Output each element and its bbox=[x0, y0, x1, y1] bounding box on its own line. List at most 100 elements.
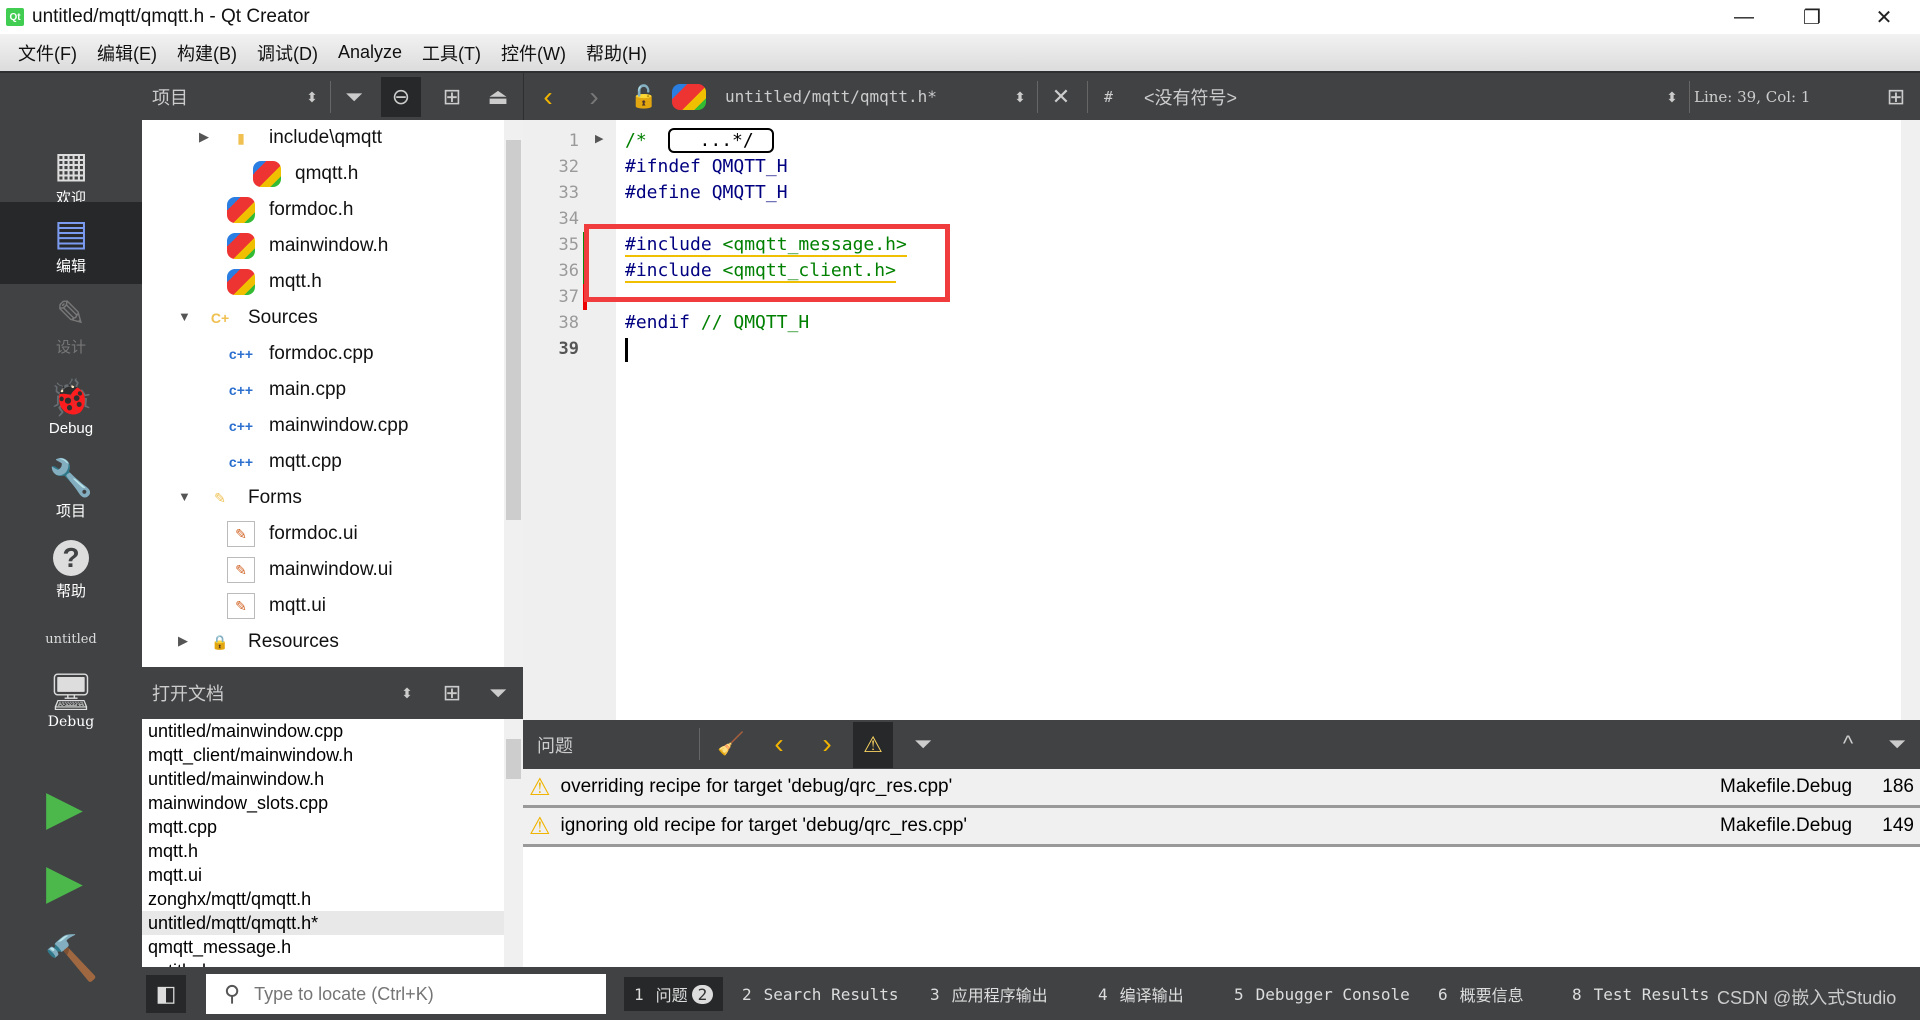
filter-icon[interactable]: ⏷ bbox=[334, 77, 374, 117]
build-hammer-icon[interactable]: 🔨 bbox=[44, 932, 99, 984]
open-document-item[interactable]: mqtt.h bbox=[142, 839, 504, 863]
menu-debug[interactable]: 调试(D) bbox=[247, 40, 328, 66]
chevron-right-icon[interactable]: ▶ bbox=[199, 129, 209, 145]
open-document-item[interactable]: zonghx/mqtt/qmqtt.h bbox=[142, 887, 504, 911]
ui-icon: ✎ bbox=[227, 557, 255, 583]
output-pane-tab-1[interactable]: 1 问题 2 bbox=[624, 977, 724, 1011]
tree-item-include\qmqtt[interactable]: ▮ include\qmqtt bbox=[227, 120, 382, 156]
mode-Debug[interactable]: 🐞 Debug bbox=[0, 365, 142, 447]
open-document-item[interactable]: untitled/mainwindow.cpp bbox=[142, 719, 504, 743]
issue-row[interactable]: ⚠ overriding recipe for target 'debug/qrc… bbox=[523, 769, 1920, 808]
maximize-pane-icon[interactable]: ^ bbox=[1828, 724, 1868, 764]
warning-icon: ⚠ bbox=[529, 812, 551, 840]
open-document-item[interactable]: mainwindow_slots.cpp bbox=[142, 791, 504, 815]
sort-arrows-icon[interactable]: ⬍ bbox=[292, 77, 332, 117]
folded-block-marker: ...*/ bbox=[667, 128, 774, 153]
tree-item-mainwindow.ui[interactable]: ✎ mainwindow.ui bbox=[227, 552, 393, 588]
open-document-item[interactable]: qmqtt_message.h bbox=[142, 935, 504, 959]
restore-button[interactable]: ❐ bbox=[1784, 0, 1840, 34]
link-icon[interactable]: ⊖ bbox=[381, 77, 421, 117]
pane-label: 编译输出 bbox=[1119, 986, 1184, 1005]
minimize-button[interactable]: — bbox=[1716, 0, 1772, 34]
close-sidebar-icon[interactable]: ⏏ bbox=[478, 77, 518, 117]
tree-item-Resources[interactable]: 🔒 Resources bbox=[206, 624, 339, 660]
header-icon bbox=[227, 233, 255, 259]
project-view-selector[interactable]: 项目 bbox=[152, 73, 188, 120]
tree-item-formdoc.h[interactable]: formdoc.h bbox=[227, 192, 353, 228]
mode-项目[interactable]: 🔧 项目 bbox=[0, 447, 142, 529]
debug-run-icon[interactable]: ▶ bbox=[46, 854, 83, 910]
run-icon[interactable]: ▶ bbox=[46, 780, 83, 836]
split-icon[interactable]: ⊞ bbox=[432, 673, 472, 713]
previous-issue-icon[interactable]: ‹ bbox=[759, 724, 799, 764]
chevron-down-icon[interactable]: ▼ bbox=[178, 309, 191, 324]
cursor-position[interactable]: Line: 39, Col: 1 bbox=[1694, 73, 1810, 120]
locator-field[interactable] bbox=[254, 983, 585, 1005]
locator-input[interactable]: ⚲ bbox=[206, 974, 606, 1014]
output-pane-tab-6[interactable]: 6 概要信息 bbox=[1428, 977, 1534, 1011]
tree-item-mqtt.h[interactable]: mqtt.h bbox=[227, 264, 322, 300]
close-pane-icon[interactable]: ⏷ bbox=[478, 673, 518, 713]
warning-filter-icon[interactable]: ⚠ bbox=[853, 722, 893, 768]
menu-edit[interactable]: 编辑(E) bbox=[87, 40, 167, 66]
mode-编辑[interactable]: ▤ 编辑 bbox=[0, 202, 142, 284]
open-document-item[interactable]: mqtt.ui bbox=[142, 863, 504, 887]
chevron-down-icon[interactable]: ▼ bbox=[178, 489, 191, 504]
open-document-item[interactable]: untitled.pro bbox=[142, 959, 504, 967]
menu-tools[interactable]: 工具(T) bbox=[412, 40, 491, 66]
tree-item-mainwindow.cpp[interactable]: c++ mainwindow.cpp bbox=[227, 408, 409, 444]
output-pane-tab-8[interactable]: 8 Test Results bbox=[1562, 977, 1719, 1011]
mode-帮助[interactable]: ? 帮助 bbox=[0, 529, 142, 611]
back-icon[interactable]: ‹ bbox=[528, 77, 568, 117]
tree-item-Forms[interactable]: ✎ Forms bbox=[206, 480, 302, 516]
kit-selector[interactable]: 🖥 Debug bbox=[0, 660, 142, 740]
tree-item-qmqtt.h[interactable]: qmqtt.h bbox=[253, 156, 358, 192]
open-file-selector[interactable]: untitled/mqtt/qmqtt.h* bbox=[725, 73, 937, 120]
code-editor[interactable]: 1 ▶ 32 33 34 35 36 37 38 39 /* ...*/#ifndef QMQTT… bbox=[523, 120, 1920, 720]
close-button[interactable]: ✕ bbox=[1856, 0, 1912, 34]
menu-controls[interactable]: 控件(W) bbox=[491, 40, 576, 66]
output-pane-tab-2[interactable]: 2 Search Results bbox=[732, 977, 909, 1011]
mode-设计[interactable]: ✎ 设计 bbox=[0, 283, 142, 365]
symbol-selector[interactable]: <没有符号> bbox=[1144, 73, 1237, 120]
tree-item-formdoc.cpp[interactable]: c++ formdoc.cpp bbox=[227, 336, 374, 372]
tree-item-main.cpp[interactable]: c++ main.cpp bbox=[227, 372, 346, 408]
tree-item-mainwindow.h[interactable]: mainwindow.h bbox=[227, 228, 388, 264]
split-icon[interactable]: ⊞ bbox=[1876, 77, 1916, 117]
split-icon[interactable]: ⊞ bbox=[432, 77, 472, 117]
sort-arrows-icon[interactable]: ⬍ bbox=[1000, 77, 1040, 117]
sort-arrows-icon[interactable]: ⬍ bbox=[1652, 77, 1692, 117]
tree-item-mqtt.cpp[interactable]: c++ mqtt.cpp bbox=[227, 444, 342, 480]
forward-icon[interactable]: › bbox=[574, 77, 614, 117]
tree-item-label: formdoc.cpp bbox=[269, 343, 374, 364]
clear-icon[interactable]: 🧹 bbox=[711, 724, 751, 764]
chevron-right-icon[interactable]: ▶ bbox=[178, 633, 188, 649]
menu-build[interactable]: 构建(B) bbox=[167, 40, 247, 66]
toggle-sidebar-icon[interactable]: ◧ bbox=[146, 975, 186, 1013]
next-issue-icon[interactable]: › bbox=[807, 724, 847, 764]
sort-arrows-icon[interactable]: ⬍ bbox=[387, 673, 427, 713]
mode-label: 帮助 bbox=[55, 582, 86, 600]
filter-icon[interactable]: ⏷ bbox=[903, 724, 943, 764]
unlock-icon[interactable]: 🔓 bbox=[624, 77, 664, 117]
fold-arrow-icon[interactable]: ▶ bbox=[595, 132, 603, 145]
menu-analyze[interactable]: Analyze bbox=[328, 42, 412, 63]
tree-item-formdoc.ui[interactable]: ✎ formdoc.ui bbox=[227, 516, 358, 552]
open-document-item[interactable]: untitled/mainwindow.h bbox=[142, 767, 504, 791]
open-document-item[interactable]: untitled/mqtt/qmqtt.h* bbox=[142, 911, 504, 935]
tree-item-mqtt.ui[interactable]: ✎ mqtt.ui bbox=[227, 588, 326, 624]
close-pane-icon[interactable]: ⏷ bbox=[1877, 724, 1917, 764]
tree-scrollbar[interactable] bbox=[504, 120, 523, 667]
open-docs-scrollbar[interactable] bbox=[504, 719, 523, 967]
close-document-icon[interactable]: ✕ bbox=[1041, 77, 1081, 117]
menu-help[interactable]: 帮助(H) bbox=[576, 40, 657, 66]
output-pane-tab-4[interactable]: 4 编译输出 bbox=[1088, 977, 1194, 1011]
editor-scrollbar[interactable] bbox=[1901, 120, 1920, 720]
tree-item-Sources[interactable]: C+ Sources bbox=[206, 300, 318, 336]
issue-row[interactable]: ⚠ ignoring old recipe for target 'debug/q… bbox=[523, 808, 1920, 847]
open-document-item[interactable]: mqtt.cpp bbox=[142, 815, 504, 839]
open-document-item[interactable]: mqtt_client/mainwindow.h bbox=[142, 743, 504, 767]
menu-file[interactable]: 文件(F) bbox=[8, 40, 87, 66]
output-pane-tab-3[interactable]: 3 应用程序输出 bbox=[920, 977, 1058, 1011]
output-pane-tab-5[interactable]: 5 Debugger Console bbox=[1224, 977, 1420, 1011]
